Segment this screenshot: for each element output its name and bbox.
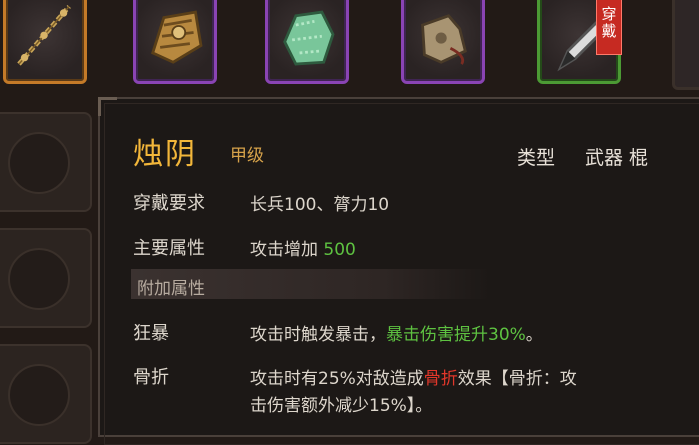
inventory-slot-armor[interactable] (133, 0, 217, 84)
main-attribute-value: 攻击增加 500 (250, 235, 356, 260)
trait-label: 骨折 (133, 367, 169, 388)
extra-attributes-header: 附加属性 (131, 269, 491, 299)
item-tooltip: 烛阴 甲级 类型 武器 棍 穿戴要求 长兵100、膂力10 主要属性 攻击增加 … (98, 97, 699, 445)
equipped-badge: 穿戴 (596, 0, 622, 55)
main-attribute-number: 500 (323, 240, 356, 260)
item-type-label: 类型 (517, 147, 556, 169)
extra-attributes-title: 附加属性 (137, 279, 205, 299)
item-name: 烛阴 (133, 137, 197, 172)
requirement-label: 穿戴要求 (133, 193, 205, 214)
trait-description: 攻击时触发暴击，暴击伤害提升30%。 (250, 320, 543, 345)
jade-stone-icon (283, 10, 335, 66)
empty-slot-ring (8, 364, 70, 426)
trait-highlight: 骨折 (423, 369, 458, 389)
scroll-armor-icon (151, 10, 203, 64)
left-inventory-slot[interactable] (0, 112, 92, 212)
inventory-slot-staff[interactable] (3, 0, 87, 84)
inventory-slot-blade[interactable]: 穿戴 (537, 0, 622, 84)
inventory-slot-jade[interactable] (265, 0, 349, 84)
boots-icon (421, 14, 467, 65)
requirement-value: 长兵100、膂力10 (250, 195, 390, 215)
trait-text: 效果【骨折：攻 (457, 369, 577, 389)
main-attribute-label: 主要属性 (133, 238, 205, 259)
main-attribute-prefix: 攻击增加 (250, 240, 324, 260)
inventory-slot-boots[interactable] (401, 0, 485, 84)
empty-slot-ring (8, 248, 70, 310)
trait-highlight: 暴击伤害提升30% (386, 325, 526, 345)
item-type-value: 武器 棍 (585, 147, 649, 169)
staff-icon (17, 4, 71, 66)
trait-text: 。 (525, 325, 543, 345)
trait-text: 攻击时触发暴击， (250, 325, 386, 345)
empty-slot-ring (8, 132, 70, 194)
trait-label: 狂暴 (133, 323, 169, 344)
left-inventory-slot[interactable] (0, 228, 92, 328)
left-inventory-slot[interactable] (0, 344, 92, 444)
inventory-slot-partial[interactable] (672, 0, 699, 90)
trait-description-continued: 击伤害额外减少15%】。 (250, 396, 433, 416)
trait-description: 攻击时有25%对敌造成骨折效果【骨折：攻 (250, 364, 577, 389)
item-grade: 甲级 (230, 146, 264, 166)
trait-text: 攻击时有25%对敌造成 (250, 369, 424, 389)
tooltip-corner (98, 97, 117, 116)
